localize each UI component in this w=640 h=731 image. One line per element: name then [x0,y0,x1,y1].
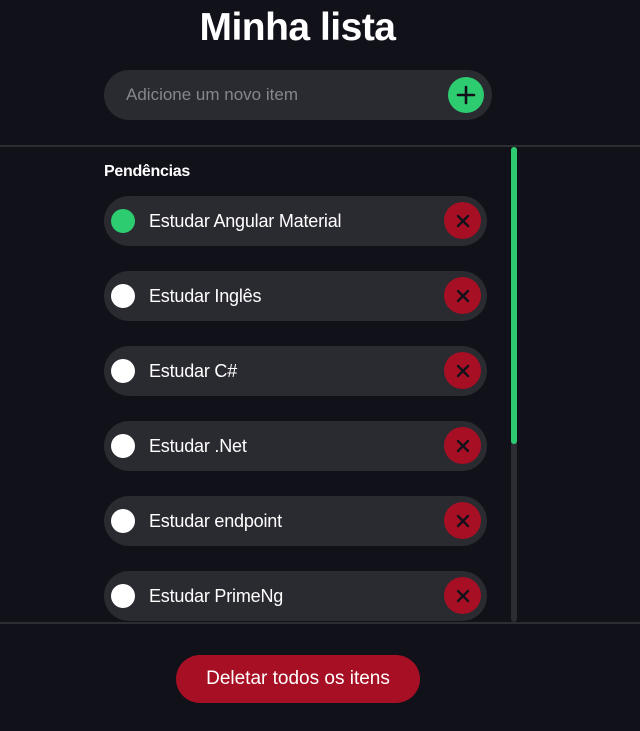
task-label: Estudar Angular Material [149,211,342,231]
pending-list-region: Pendências Estudar Angular Material Estud… [0,147,640,622]
task-item[interactable]: Estudar .Net [104,421,487,471]
task-label: Estudar Inglês [149,286,262,306]
close-icon [456,214,469,227]
bottom-divider [0,622,640,624]
delete-item-button[interactable] [444,277,481,314]
task-item[interactable]: Estudar endpoint [104,496,487,546]
delete-item-button[interactable] [444,427,481,464]
task-label: Estudar PrimeNg [149,586,284,606]
close-icon [456,364,469,377]
task-item[interactable]: Estudar PrimeNg [104,571,487,621]
delete-item-button[interactable] [444,352,481,389]
task-checkbox[interactable] [111,434,135,458]
add-item-bar [104,70,492,120]
delete-all-button[interactable]: Deletar todos os itens [176,655,420,703]
delete-item-button[interactable] [444,502,481,539]
task-checkbox[interactable] [111,359,135,383]
task-checkbox[interactable] [111,209,135,233]
task-item[interactable]: Estudar Inglês [104,271,487,321]
section-heading-pending: Pendências [104,163,190,180]
task-item[interactable]: Estudar C# [104,346,487,396]
add-item-button[interactable] [448,77,484,113]
page-title: Minha lista [199,6,396,49]
task-item[interactable]: Estudar Angular Material [104,196,487,246]
close-icon [456,589,469,602]
task-label: Estudar C# [149,361,238,381]
app-page: Minha lista Pendências Estudar Angular M… [0,0,640,731]
close-icon [456,439,469,452]
close-icon [456,289,469,302]
add-item-input[interactable] [104,70,434,120]
scrollbar-thumb[interactable] [511,147,517,444]
close-icon [456,514,469,527]
delete-item-button[interactable] [444,577,481,614]
plus-icon [456,85,476,105]
task-checkbox[interactable] [111,284,135,308]
task-label: Estudar endpoint [149,511,282,531]
task-checkbox[interactable] [111,584,135,608]
task-checkbox[interactable] [111,509,135,533]
scrollbar-track[interactable] [511,147,517,622]
delete-item-button[interactable] [444,202,481,239]
task-label: Estudar .Net [149,436,247,456]
